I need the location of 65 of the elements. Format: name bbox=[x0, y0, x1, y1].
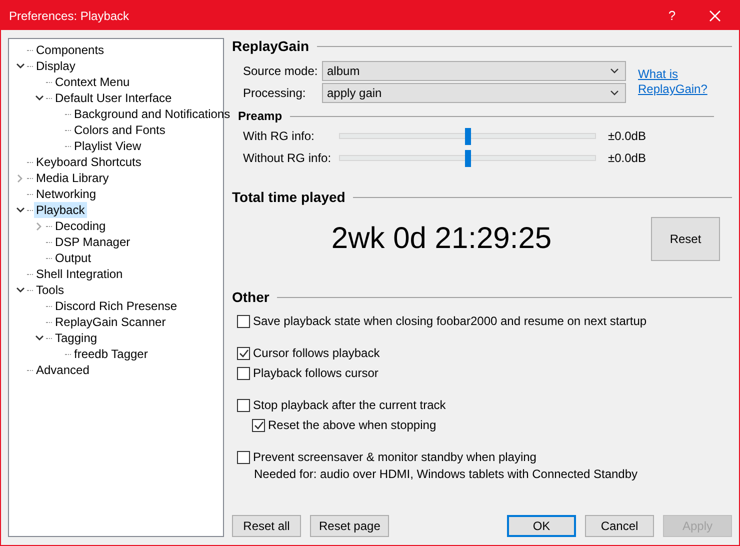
chevron-down-icon[interactable] bbox=[16, 287, 24, 293]
help-link[interactable]: What is ReplayGain? bbox=[638, 67, 708, 97]
tree-item[interactable]: Components bbox=[34, 42, 106, 58]
checkbox-label[interactable]: Reset the above when stopping bbox=[268, 418, 436, 432]
slider-reading: ±0.0dB bbox=[608, 129, 646, 143]
section-heading: Preamp bbox=[238, 109, 282, 123]
slider-reading: ±0.0dB bbox=[608, 151, 646, 165]
tree-item[interactable]: Keyboard Shortcuts bbox=[34, 154, 144, 170]
chevron-down-icon[interactable] bbox=[34, 95, 44, 101]
tree-item[interactable]: Display bbox=[34, 58, 78, 74]
tree-item[interactable]: Decoding bbox=[53, 218, 108, 234]
checkbox[interactable] bbox=[237, 450, 250, 464]
checkbox-label[interactable]: Stop playback after the current track bbox=[253, 398, 446, 412]
chevron-down-icon[interactable] bbox=[16, 63, 24, 69]
tree-item[interactable]: Default User Interface bbox=[53, 90, 174, 106]
note-text: Needed for: audio over HDMI, Windows tablets with Connected Standby bbox=[254, 467, 639, 483]
checkbox-label[interactable]: Save playback state when closing foobar2000 and resume on next startup bbox=[253, 314, 647, 328]
tree-item[interactable]: DSP Manager bbox=[53, 234, 132, 250]
tree-item[interactable]: Discord Rich Presense bbox=[53, 298, 180, 314]
chevron-down-icon bbox=[610, 90, 619, 96]
checkbox-label[interactable]: Playback follows cursor bbox=[253, 366, 378, 380]
tree-item[interactable]: Context Menu bbox=[53, 74, 132, 90]
checkbox[interactable] bbox=[252, 418, 265, 432]
dialog-button[interactable]: Reset all bbox=[232, 515, 301, 537]
tree-item[interactable]: Output bbox=[53, 250, 94, 266]
tree-item[interactable]: Advanced bbox=[34, 362, 92, 378]
tree-item[interactable]: Colors and Fonts bbox=[72, 122, 168, 138]
time-display: 2wk 0d 21:29:25 bbox=[330, 222, 553, 256]
tree-item[interactable]: Background and Notifications bbox=[72, 106, 232, 122]
checkbox[interactable] bbox=[237, 398, 250, 412]
dropdown[interactable]: apply gain bbox=[322, 83, 626, 103]
tree-item[interactable]: freedb Tagger bbox=[72, 346, 150, 362]
tree-item[interactable]: Playlist View bbox=[72, 138, 144, 154]
slider[interactable] bbox=[339, 128, 596, 144]
tree-item[interactable]: ReplayGain Scanner bbox=[53, 314, 168, 330]
dropdown[interactable]: album bbox=[322, 61, 626, 81]
tree-item[interactable]: Tools bbox=[34, 282, 66, 298]
reset-button[interactable]: Reset bbox=[651, 217, 720, 261]
checkbox-label[interactable]: Prevent screensaver & monitor standby when playing bbox=[253, 450, 536, 464]
field-label: Processing: bbox=[243, 86, 307, 100]
section-heading: Other bbox=[232, 289, 270, 305]
dialog-button[interactable]: OK bbox=[507, 515, 576, 537]
section-heading: ReplayGain bbox=[232, 38, 310, 54]
dialog-button[interactable]: Reset page bbox=[310, 515, 390, 537]
slider[interactable] bbox=[339, 150, 596, 166]
dialog-button[interactable]: Cancel bbox=[585, 515, 654, 537]
checkbox[interactable] bbox=[237, 346, 250, 360]
tree-item[interactable]: Networking bbox=[34, 186, 98, 202]
tree-item[interactable]: Shell Integration bbox=[34, 266, 125, 282]
tree-item[interactable]: Media Library bbox=[34, 170, 111, 186]
chevron-down-icon[interactable] bbox=[34, 335, 44, 341]
checkbox[interactable] bbox=[237, 314, 250, 328]
section-heading: Total time played bbox=[232, 189, 346, 205]
field-label: Source mode: bbox=[243, 64, 319, 78]
tree-item[interactable]: Playback bbox=[34, 202, 87, 218]
slider-label: Without RG info: bbox=[243, 151, 332, 165]
close-icon[interactable] bbox=[709, 10, 721, 22]
window-title: Preferences: Playback bbox=[9, 8, 130, 22]
chevron-down-icon bbox=[610, 68, 619, 74]
help-button[interactable]: ? bbox=[649, 8, 695, 23]
chevron-down-icon[interactable] bbox=[16, 207, 24, 213]
checkbox-label[interactable]: Cursor follows playback bbox=[253, 346, 380, 360]
tree-item[interactable]: Tagging bbox=[53, 330, 100, 346]
slider-label: With RG info: bbox=[243, 129, 316, 143]
checkbox[interactable] bbox=[237, 366, 250, 380]
